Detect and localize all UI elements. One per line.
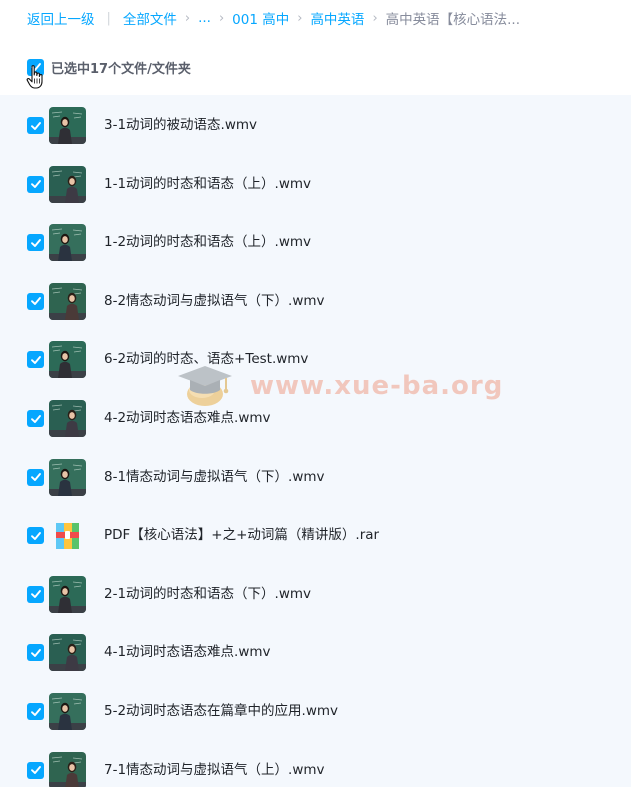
video-thumbnail-icon <box>49 693 86 730</box>
chevron-right-icon: › <box>218 10 225 26</box>
video-thumbnail[interactable] <box>49 634 86 672</box>
video-thumbnail-icon <box>49 224 86 262</box>
file-name[interactable]: 3-1动词的被动语态.wmv <box>104 117 257 134</box>
chevron-right-icon: › <box>184 10 191 26</box>
video-thumbnail[interactable] <box>49 282 86 320</box>
check-icon <box>30 473 41 482</box>
file-row[interactable]: 5-2动词时态语态在篇章中的应用.wmv <box>0 682 631 740</box>
file-row[interactable]: 7-1情态动词与虚拟语气（上）.wmv <box>0 741 631 787</box>
file-checkbox[interactable] <box>27 292 44 310</box>
file-checkbox[interactable] <box>27 527 44 545</box>
video-thumbnail-icon <box>49 341 86 379</box>
archive-file-icon <box>56 523 79 550</box>
file-list: 3-1动词的被动语态.wmv 1-1动词的时态和语态（上）.wmv 1-2动词的时态… <box>0 95 631 787</box>
video-thumbnail[interactable] <box>49 458 86 496</box>
video-thumbnail[interactable] <box>49 575 86 613</box>
video-thumbnail-icon <box>49 165 86 203</box>
breadcrumb-level2[interactable]: 高中英语 <box>310 8 364 28</box>
chevron-right-icon: › <box>372 10 378 26</box>
breadcrumb-divider: | <box>106 10 111 26</box>
file-name[interactable]: 2-1动词的时态和语态（下）.wmv <box>104 586 311 603</box>
file-row[interactable]: 8-2情态动词与虚拟语气（下）.wmv <box>0 272 631 330</box>
video-thumbnail-icon <box>49 751 86 787</box>
file-checkbox[interactable] <box>27 703 44 720</box>
file-row[interactable]: PDF【核心语法】+之+动词篇（精讲版）.rar <box>0 506 631 564</box>
file-name[interactable]: 5-2动词时态语态在篇章中的应用.wmv <box>104 703 338 720</box>
breadcrumb-all-files[interactable]: 全部文件 <box>123 8 177 28</box>
video-thumbnail[interactable] <box>49 751 86 787</box>
check-icon <box>30 238 41 247</box>
file-type-thumbnail[interactable] <box>49 517 86 554</box>
file-name[interactable]: 7-1情态动词与虚拟语气（上）.wmv <box>104 762 325 779</box>
file-row[interactable]: 3-1动词的被动语态.wmv <box>0 96 631 154</box>
video-thumbnail-icon <box>49 107 86 144</box>
video-thumbnail[interactable] <box>49 107 86 144</box>
check-icon <box>30 355 41 364</box>
selection-count-label: 已选中17个文件/文件夹 <box>51 61 191 77</box>
file-checkbox[interactable] <box>27 644 44 662</box>
file-row[interactable]: 1-1动词的时态和语态（上）.wmv <box>0 155 631 213</box>
video-thumbnail[interactable] <box>49 341 86 379</box>
file-checkbox[interactable] <box>27 585 44 603</box>
file-checkbox[interactable] <box>27 175 44 193</box>
back-link[interactable]: 返回上一级 <box>27 8 95 28</box>
file-name[interactable]: 1-1动词的时态和语态（上）.wmv <box>104 176 311 193</box>
video-thumbnail[interactable] <box>49 165 86 203</box>
file-checkbox[interactable] <box>27 761 44 779</box>
file-name[interactable]: PDF【核心语法】+之+动词篇（精讲版）.rar <box>104 527 379 544</box>
breadcrumb-level1[interactable]: 001 高中 <box>232 8 289 28</box>
check-icon <box>30 707 41 716</box>
file-name[interactable]: 1-2动词的时态和语态（上）.wmv <box>104 234 311 251</box>
file-row[interactable]: 2-1动词的时态和语态（下）.wmv <box>0 565 631 623</box>
select-all: 已选中17个文件/文件夹 <box>27 58 191 77</box>
file-row[interactable]: 1-2动词的时态和语态（上）.wmv <box>0 213 631 271</box>
file-name[interactable]: 6-2动词的时态、语态+Test.wmv <box>104 351 308 368</box>
file-name[interactable]: 4-2动词时态语态难点.wmv <box>104 410 271 427</box>
file-checkbox[interactable] <box>27 410 44 427</box>
file-row[interactable]: 8-1情态动词与虚拟语气（下）.wmv <box>0 448 631 506</box>
video-thumbnail[interactable] <box>49 224 86 262</box>
file-row[interactable]: 6-2动词的时态、语态+Test.wmv <box>0 330 631 388</box>
file-row[interactable]: 4-1动词时态语态难点.wmv <box>0 623 631 681</box>
check-icon <box>30 180 41 189</box>
video-thumbnail[interactable] <box>49 400 86 437</box>
breadcrumb: 返回上一级 | 全部文件 › ... › 001 高中 › 高中英语 › 高中英… <box>0 0 631 36</box>
breadcrumb-ellipsis[interactable]: ... <box>198 10 211 26</box>
video-thumbnail-icon <box>49 458 86 496</box>
check-icon <box>30 590 41 599</box>
check-icon <box>30 121 41 130</box>
video-thumbnail-icon <box>49 575 86 613</box>
file-name[interactable]: 8-1情态动词与虚拟语气（下）.wmv <box>104 469 325 486</box>
breadcrumb-current: 高中英语【核心语法... <box>385 12 521 28</box>
file-checkbox[interactable] <box>27 468 44 486</box>
check-icon <box>30 297 41 306</box>
chevron-right-icon: › <box>297 10 303 26</box>
check-icon <box>30 766 41 775</box>
video-thumbnail-icon <box>49 400 86 437</box>
file-checkbox[interactable] <box>27 117 44 134</box>
check-icon <box>30 414 41 423</box>
check-icon <box>30 648 41 657</box>
file-name[interactable]: 4-1动词时态语态难点.wmv <box>104 644 271 661</box>
video-thumbnail-icon <box>49 634 86 672</box>
file-checkbox[interactable] <box>27 351 44 369</box>
file-checkbox[interactable] <box>27 234 44 252</box>
hand-pointer-cursor-icon <box>26 65 43 89</box>
file-row[interactable]: 4-2动词时态语态难点.wmv <box>0 389 631 447</box>
check-icon <box>30 531 41 540</box>
video-thumbnail-icon <box>49 282 86 320</box>
file-name[interactable]: 8-2情态动词与虚拟语气（下）.wmv <box>104 293 325 310</box>
video-thumbnail[interactable] <box>49 693 86 730</box>
